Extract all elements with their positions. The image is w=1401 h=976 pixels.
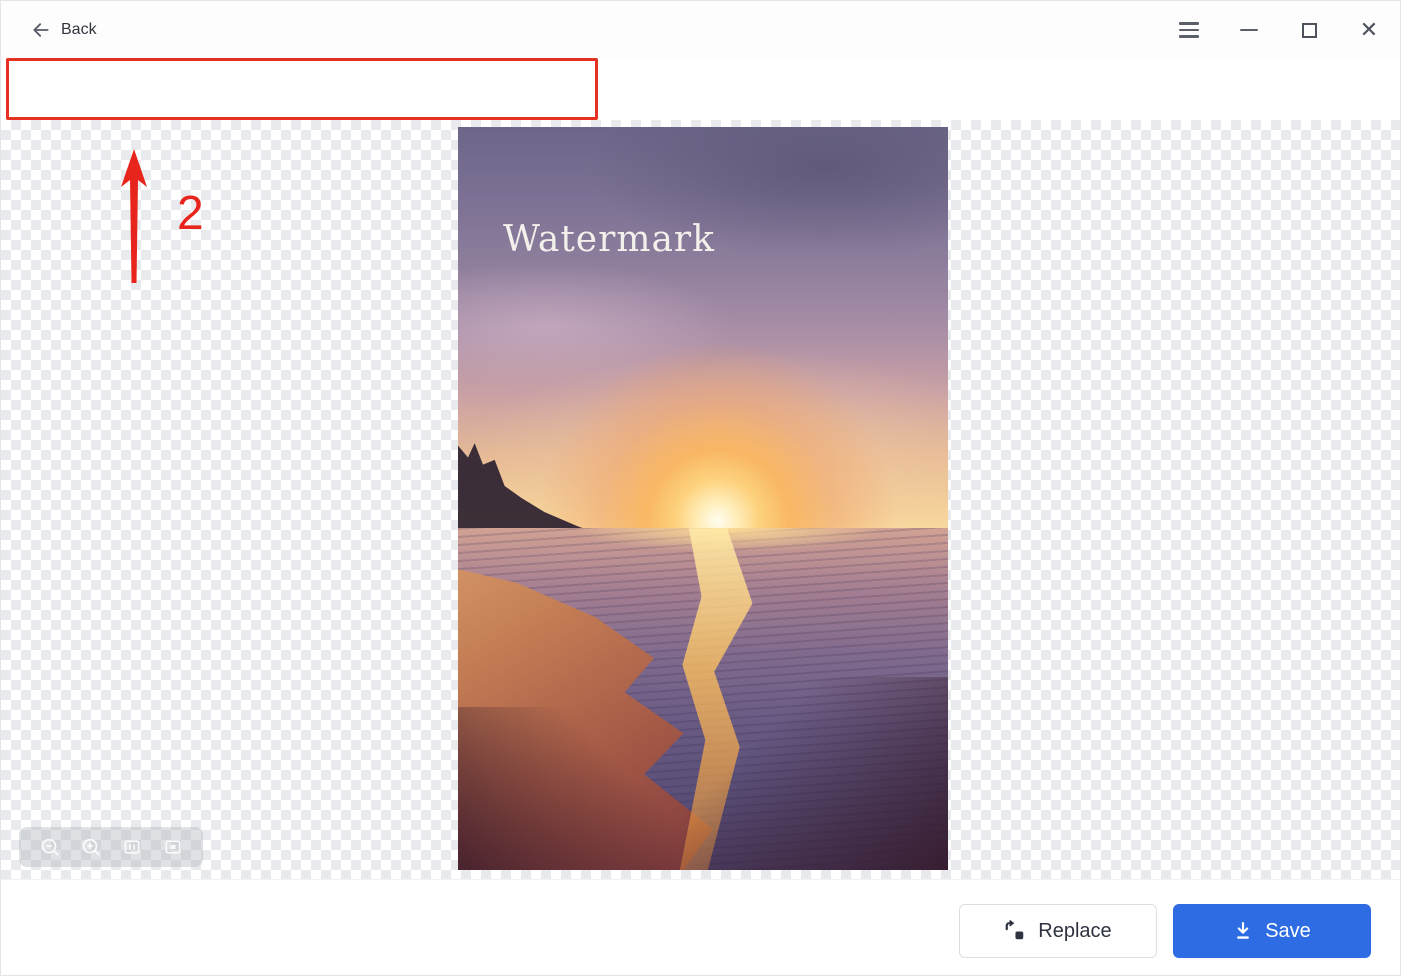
photo-dark-corner-right	[679, 677, 949, 870]
minimize-icon	[1240, 29, 1258, 32]
menu-icon	[1179, 22, 1199, 38]
minimize-button[interactable]	[1236, 17, 1262, 43]
window-controls: ✕	[1176, 15, 1382, 45]
preview-image[interactable]: Watermark	[458, 127, 948, 870]
zoom-out-button[interactable]	[38, 835, 62, 859]
zoom-in-button[interactable]	[79, 835, 103, 859]
footer-bar: Replace Save	[1, 879, 1400, 976]
watermark-text: Watermark	[503, 219, 715, 260]
maximize-button[interactable]	[1296, 17, 1322, 43]
maximize-icon	[1302, 23, 1317, 38]
actual-size-button[interactable]	[120, 835, 144, 859]
zoom-toolbar	[19, 827, 203, 867]
close-icon: ✕	[1360, 19, 1378, 41]
editor-canvas[interactable]: 2 Watermark	[1, 120, 1401, 879]
actual-size-icon	[122, 837, 142, 857]
annotation-arrow-up-icon	[114, 147, 154, 287]
download-icon	[1233, 921, 1253, 941]
back-button[interactable]: Back	[31, 15, 97, 45]
fit-screen-button[interactable]	[161, 835, 185, 859]
back-arrow-icon	[31, 20, 51, 40]
replace-label: Replace	[1038, 920, 1111, 943]
back-label: Back	[61, 21, 97, 39]
titlebar: Back ✕	[1, 1, 1400, 58]
fit-screen-icon	[163, 837, 183, 857]
save-button[interactable]: Save	[1173, 904, 1371, 958]
app-window: Back ✕ Select	[0, 0, 1401, 976]
menu-button[interactable]	[1176, 17, 1202, 43]
toolbar: Select Brush Brush size 40 Undo	[1, 58, 1400, 120]
annotation-step-number: 2	[177, 186, 204, 241]
close-button[interactable]: ✕	[1356, 17, 1382, 43]
save-label: Save	[1265, 920, 1311, 943]
photo-dark-corner-left	[458, 707, 679, 870]
replace-icon	[1004, 920, 1026, 942]
zoom-out-icon	[39, 836, 61, 858]
zoom-in-icon	[80, 836, 102, 858]
replace-button[interactable]: Replace	[959, 904, 1157, 958]
